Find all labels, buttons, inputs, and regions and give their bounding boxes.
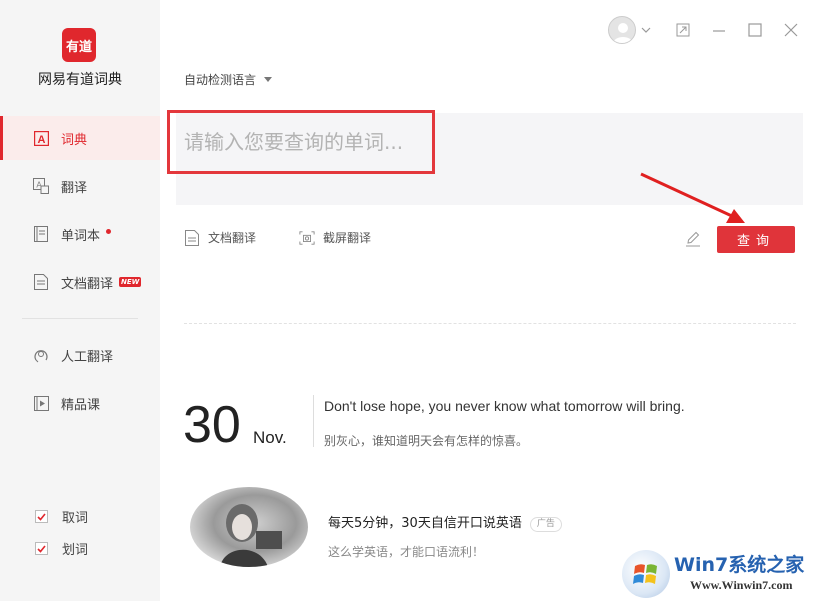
close-icon bbox=[784, 23, 798, 37]
new-badge: NEW bbox=[119, 277, 142, 287]
caret-down-icon bbox=[264, 77, 273, 82]
maximize-icon bbox=[748, 23, 762, 37]
notification-dot bbox=[106, 228, 112, 234]
checkbox-label: 划词 bbox=[62, 543, 89, 558]
app-logo: 有道 bbox=[62, 28, 96, 62]
sidebar-item-label: 翻译 bbox=[61, 180, 88, 196]
ad-title-text: 每天5分钟，30天自信开口说英语 bbox=[328, 516, 522, 531]
search-input[interactable] bbox=[167, 110, 435, 174]
language-select[interactable]: 自动检测语言 bbox=[184, 71, 273, 88]
screenshot-translate-button[interactable]: 截屏翻译 bbox=[299, 229, 371, 246]
dictionary-icon: A bbox=[33, 130, 49, 146]
maximize-button[interactable] bbox=[745, 20, 765, 40]
sidebar-item-label: 文档翻译 bbox=[61, 276, 114, 292]
search-button[interactable]: 查询 bbox=[717, 226, 795, 253]
sidebar-item-label: 词典 bbox=[61, 132, 88, 148]
windows-logo-icon bbox=[622, 550, 670, 598]
daily-date-month: Nov. bbox=[253, 428, 287, 447]
sidebar-item-doc-translate[interactable]: 文档翻译 NEW bbox=[0, 260, 160, 304]
sidebar-item-label: 精品课 bbox=[61, 397, 101, 413]
close-button[interactable] bbox=[781, 20, 801, 40]
quote-divider bbox=[313, 395, 314, 447]
screenshot-translate-label: 截屏翻译 bbox=[323, 231, 372, 245]
pen-icon bbox=[686, 231, 700, 247]
svg-text:A: A bbox=[37, 134, 45, 146]
sidebar-item-wordbook[interactable]: 单词本 bbox=[0, 212, 160, 256]
minimize-icon bbox=[713, 30, 725, 32]
doc-translate-label: 文档翻译 bbox=[208, 231, 257, 245]
doc-translate-button[interactable]: 文档翻译 bbox=[184, 229, 256, 246]
content-divider bbox=[184, 323, 796, 324]
select-word-checkbox[interactable]: 划词 bbox=[35, 539, 88, 558]
sidebar-item-dictionary[interactable]: A 词典 bbox=[0, 116, 160, 160]
wordbook-icon bbox=[33, 226, 49, 242]
auto-pick-word-checkbox[interactable]: 取词 bbox=[35, 507, 88, 526]
app-logo-text: 有道 bbox=[65, 39, 92, 55]
checkbox-checked[interactable] bbox=[35, 542, 48, 555]
sidebar: 有道 网易有道词典 A 词典 A 翻译 单词本 文档翻译 NEW 人工翻译 精品… bbox=[0, 0, 160, 601]
daily-date-day: 30 bbox=[183, 396, 241, 454]
ad-title[interactable]: 每天5分钟，30天自信开口说英语 广告 bbox=[328, 512, 562, 532]
account-dropdown-button[interactable] bbox=[636, 20, 656, 40]
user-icon bbox=[613, 23, 633, 43]
screenshot-camera-icon bbox=[299, 230, 315, 246]
language-select-value: 自动检测语言 bbox=[184, 73, 257, 87]
ad-subtitle: 这么学英语，才能口语流利！ bbox=[328, 545, 485, 559]
ad-image[interactable] bbox=[190, 487, 308, 567]
translate-icon: A bbox=[33, 178, 49, 194]
shrink-icon bbox=[676, 23, 690, 37]
minimize-button[interactable] bbox=[709, 20, 729, 40]
chevron-down-icon bbox=[641, 27, 651, 33]
sidebar-item-label: 单词本 bbox=[61, 228, 101, 244]
watermark-title: Win7系统之家 bbox=[674, 554, 805, 576]
sidebar-item-human-translate[interactable]: 人工翻译 bbox=[0, 333, 160, 377]
sidebar-item-course[interactable]: 精品课 bbox=[0, 381, 160, 425]
user-avatar[interactable] bbox=[608, 16, 636, 44]
document-icon bbox=[184, 229, 200, 246]
watermark: Win7系统之家 Www.Winwin7.com bbox=[622, 548, 818, 600]
sidebar-item-translate[interactable]: A 翻译 bbox=[0, 164, 160, 208]
app-name: 网易有道词典 bbox=[38, 72, 122, 88]
sidebar-item-label: 人工翻译 bbox=[61, 349, 114, 365]
handwriting-button[interactable] bbox=[684, 230, 702, 248]
checkbox-label: 取词 bbox=[62, 511, 89, 526]
human-translate-icon bbox=[33, 347, 49, 363]
ad-badge: 广告 bbox=[529, 517, 562, 532]
mini-mode-button[interactable] bbox=[673, 20, 693, 40]
sidebar-divider bbox=[22, 318, 138, 319]
daily-quote-chinese: 别灰心，谁知道明天会有怎样的惊喜。 bbox=[324, 434, 529, 448]
course-icon bbox=[33, 395, 49, 411]
checkbox-checked[interactable] bbox=[35, 510, 48, 523]
watermark-url: Www.Winwin7.com bbox=[690, 578, 793, 592]
daily-quote-english: Don't lose hope, you never know what tom… bbox=[324, 398, 685, 414]
ad-photo bbox=[220, 504, 282, 567]
document-icon bbox=[33, 274, 49, 290]
